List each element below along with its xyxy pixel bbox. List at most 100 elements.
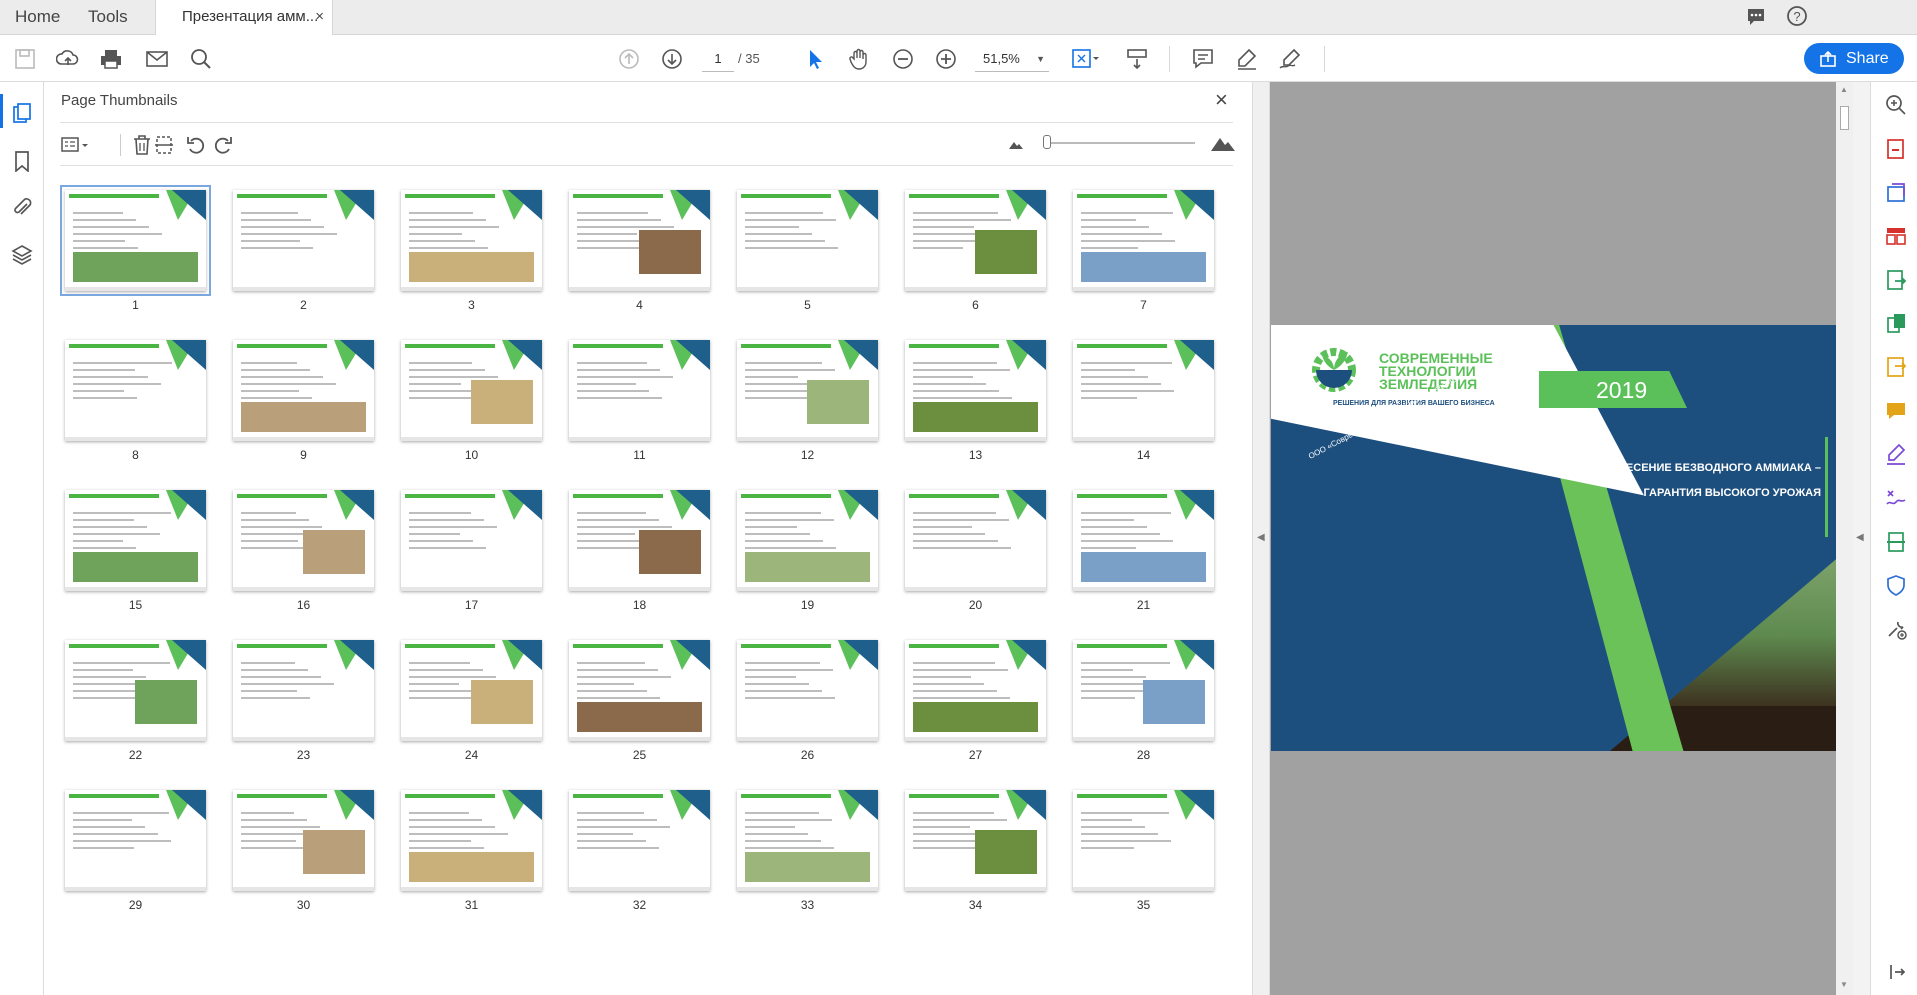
tab-document[interactable]: Презентация амм... × bbox=[155, 0, 333, 35]
vertical-scrollbar[interactable]: ▲ ▼ bbox=[1836, 82, 1853, 995]
delete-icon[interactable] bbox=[131, 134, 153, 156]
page-thumbnail[interactable] bbox=[1073, 190, 1214, 291]
export-pdf-icon[interactable] bbox=[1885, 138, 1907, 160]
search-zoom-icon[interactable] bbox=[1885, 94, 1907, 116]
page-thumbnail[interactable] bbox=[1073, 790, 1214, 891]
page-thumbnail[interactable] bbox=[1073, 490, 1214, 591]
page-thumbnail[interactable] bbox=[233, 340, 374, 441]
page-thumbnail[interactable] bbox=[737, 490, 878, 591]
scroll-up-icon[interactable]: ▲ bbox=[1840, 85, 1848, 94]
page-thumbnail[interactable] bbox=[569, 640, 710, 741]
collapse-panel-icon[interactable] bbox=[1887, 962, 1907, 982]
bookmark-icon[interactable] bbox=[11, 150, 33, 172]
comment-tool-icon[interactable] bbox=[1885, 400, 1907, 422]
svg-text:?: ? bbox=[1793, 9, 1800, 24]
page-thumbnail[interactable] bbox=[905, 340, 1046, 441]
thumbnail-size-slider[interactable] bbox=[1045, 142, 1195, 144]
page-thumbnail[interactable] bbox=[401, 190, 542, 291]
panel-splitter[interactable]: ◀ bbox=[1252, 82, 1270, 995]
page-thumbnail[interactable] bbox=[737, 640, 878, 741]
page-thumbnail[interactable] bbox=[65, 490, 206, 591]
fit-page-icon[interactable] bbox=[1070, 47, 1100, 71]
expand-right-icon[interactable]: ◀ bbox=[1856, 532, 1864, 543]
zoom-in-icon[interactable] bbox=[934, 47, 958, 71]
page-thumbnail[interactable] bbox=[401, 490, 542, 591]
attachment-icon[interactable] bbox=[11, 197, 33, 219]
zoom-select[interactable]: 51,5% ▼ bbox=[975, 46, 1049, 72]
rotate-ccw-icon[interactable] bbox=[185, 134, 207, 156]
page-thumbnail[interactable] bbox=[65, 340, 206, 441]
page-thumbnail[interactable] bbox=[905, 490, 1046, 591]
page-thumbnail[interactable] bbox=[737, 790, 878, 891]
rotate-cw-icon[interactable] bbox=[212, 134, 234, 156]
scrollbar-thumb[interactable] bbox=[1840, 106, 1849, 130]
page-thumbnail[interactable] bbox=[569, 190, 710, 291]
organize-pages-icon[interactable] bbox=[1885, 225, 1907, 247]
help-icon[interactable]: ? bbox=[1786, 5, 1808, 27]
upload-icon[interactable] bbox=[56, 47, 80, 71]
share-button[interactable]: Share bbox=[1804, 43, 1904, 74]
close-panel-icon[interactable]: × bbox=[1215, 87, 1228, 113]
thumbnail-page-number: 13 bbox=[968, 448, 983, 462]
page-thumbnail[interactable] bbox=[737, 340, 878, 441]
request-signature-icon[interactable] bbox=[1885, 487, 1907, 509]
page-thumbnail[interactable] bbox=[65, 790, 206, 891]
scroll-down-icon[interactable]: ▼ bbox=[1840, 980, 1848, 989]
page-up-icon[interactable] bbox=[617, 47, 641, 71]
export-icon[interactable] bbox=[1885, 356, 1907, 378]
thumb-text-line bbox=[913, 383, 986, 385]
page-thumbnail[interactable] bbox=[1073, 340, 1214, 441]
scroll-mode-icon[interactable] bbox=[1125, 47, 1149, 71]
page-thumbnail[interactable] bbox=[401, 790, 542, 891]
thumb-text-line bbox=[1081, 840, 1171, 842]
page-thumbnail[interactable] bbox=[401, 640, 542, 741]
zoom-out-icon[interactable] bbox=[891, 47, 915, 71]
create-pdf-icon[interactable] bbox=[1885, 182, 1907, 204]
collapse-left-icon[interactable]: ◀ bbox=[1257, 532, 1265, 543]
page-thumbnail[interactable] bbox=[569, 340, 710, 441]
tab-tools[interactable]: Tools bbox=[88, 0, 128, 35]
print-icon[interactable] bbox=[99, 47, 123, 71]
page-thumbnail[interactable] bbox=[737, 190, 878, 291]
page-thumbnail[interactable] bbox=[60, 185, 211, 296]
page-thumbnail[interactable] bbox=[905, 790, 1046, 891]
page-thumbnail[interactable] bbox=[1073, 640, 1214, 741]
comments-notification-icon[interactable] bbox=[1745, 6, 1767, 28]
page-down-icon[interactable] bbox=[660, 47, 684, 71]
email-icon[interactable] bbox=[145, 47, 169, 71]
highlight-icon[interactable] bbox=[1235, 47, 1259, 71]
comment-icon[interactable] bbox=[1191, 47, 1215, 71]
close-tab-icon[interactable]: × bbox=[315, 0, 324, 34]
thumbnail-size-slider-knob[interactable] bbox=[1043, 135, 1051, 149]
fill-sign-icon[interactable] bbox=[1885, 443, 1907, 465]
page-thumbnail[interactable] bbox=[401, 340, 542, 441]
options-menu-icon[interactable] bbox=[60, 134, 90, 156]
hand-tool-icon[interactable] bbox=[847, 47, 871, 71]
page-thumbnails-icon[interactable] bbox=[11, 102, 33, 124]
right-splitter[interactable]: ◀ bbox=[1853, 82, 1870, 995]
page-thumbnail[interactable] bbox=[233, 790, 374, 891]
select-cursor-icon[interactable] bbox=[803, 47, 827, 71]
page-thumbnail[interactable] bbox=[233, 640, 374, 741]
save-icon[interactable] bbox=[13, 47, 37, 71]
crop-pages-icon[interactable] bbox=[153, 134, 175, 156]
tab-home[interactable]: Home bbox=[15, 0, 60, 35]
page-thumbnail[interactable] bbox=[905, 640, 1046, 741]
more-tools-icon[interactable] bbox=[1885, 618, 1907, 640]
page-thumbnail[interactable] bbox=[65, 640, 206, 741]
page-thumbnail[interactable] bbox=[233, 190, 374, 291]
page-number-input[interactable]: 1 bbox=[702, 46, 734, 72]
large-thumbnail-icon[interactable] bbox=[1210, 134, 1236, 152]
protect-icon[interactable] bbox=[1885, 574, 1907, 596]
page-thumbnail[interactable] bbox=[233, 490, 374, 591]
combine-files-icon[interactable] bbox=[1885, 312, 1907, 334]
small-thumbnail-icon[interactable] bbox=[1008, 138, 1024, 150]
sign-icon[interactable] bbox=[1278, 47, 1304, 71]
page-thumbnail[interactable] bbox=[905, 190, 1046, 291]
find-icon[interactable] bbox=[189, 47, 213, 71]
page-thumbnail[interactable] bbox=[569, 790, 710, 891]
layers-icon[interactable] bbox=[11, 244, 33, 266]
scan-icon[interactable] bbox=[1885, 531, 1907, 553]
page-thumbnail[interactable] bbox=[569, 490, 710, 591]
edit-pdf-icon[interactable] bbox=[1885, 269, 1907, 291]
